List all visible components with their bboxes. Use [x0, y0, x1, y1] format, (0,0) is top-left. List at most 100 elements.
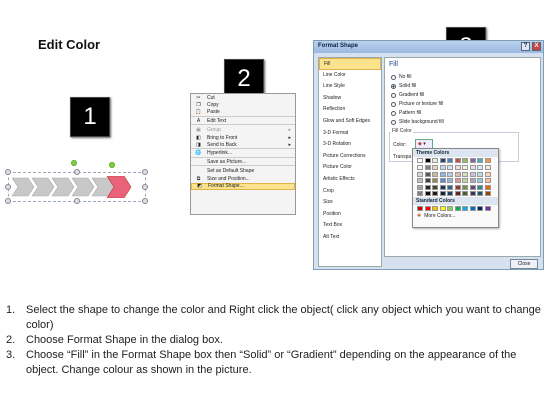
color-swatch[interactable]: [424, 178, 431, 183]
color-swatch[interactable]: [469, 158, 476, 163]
color-swatch[interactable]: [484, 206, 491, 211]
color-swatch[interactable]: [462, 184, 468, 190]
menu-item-send-to-back[interactable]: ◨ Send to Back ▸: [191, 142, 295, 150]
nav-item-picture-corrections[interactable]: Picture Corrections: [319, 151, 381, 163]
color-swatch[interactable]: [454, 191, 461, 196]
color-swatch[interactable]: [484, 191, 491, 196]
color-swatch[interactable]: [477, 171, 483, 177]
resize-handle[interactable]: [142, 198, 148, 204]
color-swatch[interactable]: [447, 184, 453, 190]
color-swatch[interactable]: [432, 184, 438, 190]
color-swatch[interactable]: [454, 206, 461, 211]
color-swatch[interactable]: [454, 158, 461, 163]
chevron-shape-group[interactable]: [5, 160, 148, 216]
nav-item-reflection[interactable]: Reflection: [319, 104, 381, 116]
close-button[interactable]: Close: [510, 259, 538, 269]
nav-item-3d-rotation[interactable]: 3-D Rotation: [319, 139, 381, 151]
color-swatch[interactable]: [417, 171, 423, 177]
menu-item-set-default-shape[interactable]: Set as Default Shape: [191, 167, 295, 175]
color-swatch[interactable]: [439, 206, 446, 211]
color-swatch[interactable]: [469, 171, 476, 177]
color-swatch[interactable]: [477, 191, 483, 196]
nav-item-picture-color[interactable]: Picture Color: [319, 162, 381, 174]
color-swatch[interactable]: [439, 178, 446, 183]
rotation-handle[interactable]: [71, 160, 77, 166]
menu-item-save-as-picture[interactable]: Save as Picture...: [191, 159, 295, 167]
radio-pattern-fill[interactable]: Pattern fill: [391, 110, 421, 116]
color-swatch[interactable]: [417, 178, 423, 183]
color-swatch[interactable]: [477, 178, 483, 183]
color-swatch[interactable]: [447, 158, 453, 163]
color-swatch[interactable]: [454, 171, 461, 177]
color-swatch[interactable]: [439, 158, 446, 163]
color-swatch[interactable]: [424, 206, 431, 211]
nav-item-alt-text[interactable]: Alt Text: [319, 232, 381, 244]
radio-gradient-fill[interactable]: Gradient fill: [391, 92, 424, 98]
color-swatch[interactable]: [432, 206, 438, 211]
nav-item-3d-format[interactable]: 3-D Format: [319, 128, 381, 140]
radio-no-fill[interactable]: No fill: [391, 74, 412, 80]
color-swatch[interactable]: [477, 206, 483, 211]
menu-item-bring-to-front[interactable]: ◧ Bring to Front ▸: [191, 134, 295, 142]
chevron-shape[interactable]: [31, 177, 55, 197]
color-swatch[interactable]: [439, 191, 446, 196]
color-swatch[interactable]: [424, 191, 431, 196]
color-swatch[interactable]: [432, 178, 438, 183]
color-swatch[interactable]: [469, 184, 476, 190]
help-button[interactable]: ?: [521, 42, 530, 51]
color-swatch[interactable]: [417, 191, 423, 196]
resize-handle[interactable]: [74, 169, 80, 175]
color-swatch[interactable]: [469, 191, 476, 196]
color-swatch[interactable]: [447, 206, 453, 211]
color-swatch[interactable]: [432, 191, 438, 196]
color-swatch[interactable]: [469, 206, 476, 211]
resize-handle[interactable]: [74, 198, 80, 204]
radio-solid-fill[interactable]: Solid fill: [391, 83, 416, 89]
color-swatch[interactable]: [454, 178, 461, 183]
color-swatch[interactable]: [462, 178, 468, 183]
color-swatch[interactable]: [477, 158, 483, 163]
color-swatch[interactable]: [477, 184, 483, 190]
resize-handle[interactable]: [142, 169, 148, 175]
color-swatch[interactable]: [432, 171, 438, 177]
menu-item-hyperlink[interactable]: 🌐 Hyperlink...: [191, 150, 295, 158]
color-swatch[interactable]: [484, 158, 491, 163]
color-swatch[interactable]: [462, 165, 468, 170]
color-swatch[interactable]: [432, 165, 438, 170]
color-swatch[interactable]: [447, 178, 453, 183]
color-swatch[interactable]: [417, 158, 423, 163]
color-swatch[interactable]: [432, 158, 438, 163]
color-swatch[interactable]: [454, 184, 461, 190]
color-swatch[interactable]: [462, 191, 468, 196]
color-swatch[interactable]: [417, 206, 423, 211]
color-swatch[interactable]: [424, 171, 431, 177]
color-swatch[interactable]: [454, 165, 461, 170]
menu-item-paste[interactable]: 📋 Paste: [191, 109, 295, 117]
color-swatch[interactable]: [424, 165, 431, 170]
menu-item-cut[interactable]: ✂ Cut: [191, 94, 295, 102]
chevron-shape[interactable]: [12, 177, 35, 197]
color-swatch[interactable]: [484, 171, 491, 177]
rotation-handle[interactable]: [109, 162, 115, 168]
nav-item-line-style[interactable]: Line Style: [319, 81, 381, 93]
color-swatch[interactable]: [439, 165, 446, 170]
color-swatch[interactable]: [469, 178, 476, 183]
radio-slide-background-fill[interactable]: Slide background fill: [391, 119, 444, 125]
menu-item-edit-text[interactable]: A Edit Text: [191, 118, 295, 126]
color-swatch[interactable]: [417, 165, 423, 170]
nav-item-text-box[interactable]: Text Box: [319, 220, 381, 232]
color-swatch[interactable]: [417, 184, 423, 190]
color-swatch[interactable]: [462, 171, 468, 177]
nav-item-line-color[interactable]: Line Color: [319, 70, 381, 82]
color-swatch[interactable]: [447, 171, 453, 177]
color-swatch[interactable]: [477, 165, 483, 170]
chevron-shape[interactable]: [51, 177, 75, 197]
color-swatch[interactable]: [447, 191, 453, 196]
nav-item-fill[interactable]: Fill: [319, 58, 381, 70]
color-swatch[interactable]: [462, 206, 468, 211]
menu-item-copy[interactable]: ❐ Copy: [191, 102, 295, 110]
nav-item-crop[interactable]: Crop: [319, 186, 381, 198]
color-swatch[interactable]: [484, 165, 491, 170]
color-swatch[interactable]: [424, 184, 431, 190]
radio-picture-fill[interactable]: Picture or texture fill: [391, 101, 443, 107]
